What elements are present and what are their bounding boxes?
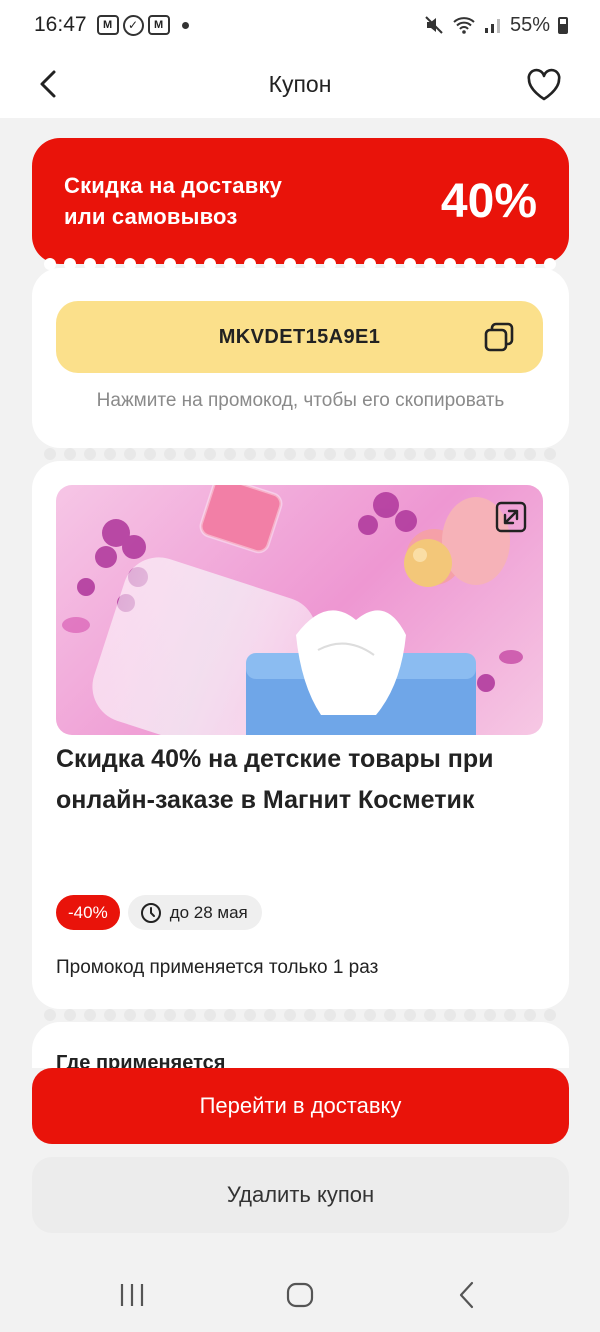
promo-code-card: MKVDET15A9E1 Нажмите на промокод, чтобы …: [32, 268, 569, 448]
usage-note: Промокод применяется только 1 раз: [56, 957, 379, 978]
system-nav-bar: [0, 1256, 600, 1332]
scroll-content[interactable]: Скидка на доставку или самовывоз 40% MKV…: [0, 118, 600, 1068]
signal-icon: [484, 19, 500, 33]
where-applies-heading: Где применяется: [56, 1052, 226, 1068]
status-time: 16:47: [34, 13, 87, 36]
offer-banner-image: [56, 485, 543, 735]
mute-icon: [425, 16, 443, 34]
page-title: Купон: [268, 70, 332, 97]
recent-apps-icon[interactable]: [110, 1278, 154, 1312]
go-to-delivery-button[interactable]: Перейти в доставку: [32, 1068, 569, 1144]
delete-coupon-button[interactable]: Удалить купон: [32, 1157, 569, 1233]
battery-percent: 55%: [509, 13, 550, 36]
discount-label-line1: Скидка на доставку: [64, 173, 283, 198]
magnit-app-icon-2: М: [147, 15, 170, 35]
expiry-date: до 28 мая: [169, 902, 248, 922]
back-nav-icon[interactable]: [446, 1278, 490, 1312]
check-circle-icon: ✓: [122, 14, 144, 36]
expiry-badge: до 28 мая: [127, 895, 262, 930]
notification-icons: М ✓ М: [96, 14, 189, 36]
discount-badge: -40%: [56, 895, 120, 930]
chevron-left-icon[interactable]: [34, 68, 64, 100]
battery-icon: [558, 16, 568, 34]
banner-illustration: [62, 485, 523, 735]
system-icons: 55%: [424, 14, 568, 37]
offer-badges: -40% до 28 мая: [56, 895, 262, 930]
discount-value: 40%: [440, 174, 537, 228]
wifi-icon: [453, 17, 475, 34]
heart-icon[interactable]: [526, 68, 562, 102]
discount-header-card: Скидка на доставку или самовывоз 40%: [32, 138, 569, 264]
more-notifications-dot: [181, 21, 189, 29]
promo-code-text: MKVDET15A9E1: [218, 325, 381, 348]
offer-title: Скидка 40% на детские товары при онлайн-…: [56, 745, 494, 814]
app-bar: Купон: [0, 50, 600, 118]
promo-code-button[interactable]: MKVDET15A9E1: [56, 301, 543, 373]
discount-label: Скидка на доставку или самовывоз: [64, 170, 282, 232]
offer-card: Скидка 40% на детские товары при онлайн-…: [32, 461, 569, 1009]
copy-icon[interactable]: [483, 321, 515, 353]
copy-hint: Нажмите на промокод, чтобы его скопирова…: [96, 390, 505, 411]
magnit-app-icon: М: [96, 15, 119, 35]
status-bar: 16:47 М ✓ М 55%: [0, 0, 600, 50]
home-icon[interactable]: [278, 1278, 322, 1312]
ticket-perforation-2: [44, 1009, 556, 1021]
clock-icon: [140, 902, 161, 923]
discount-label-line2: или самовывоз: [64, 204, 238, 229]
where-applies-card: Где применяется: [32, 1022, 569, 1068]
expand-icon[interactable]: [495, 501, 527, 533]
ticket-perforation: [44, 448, 556, 460]
